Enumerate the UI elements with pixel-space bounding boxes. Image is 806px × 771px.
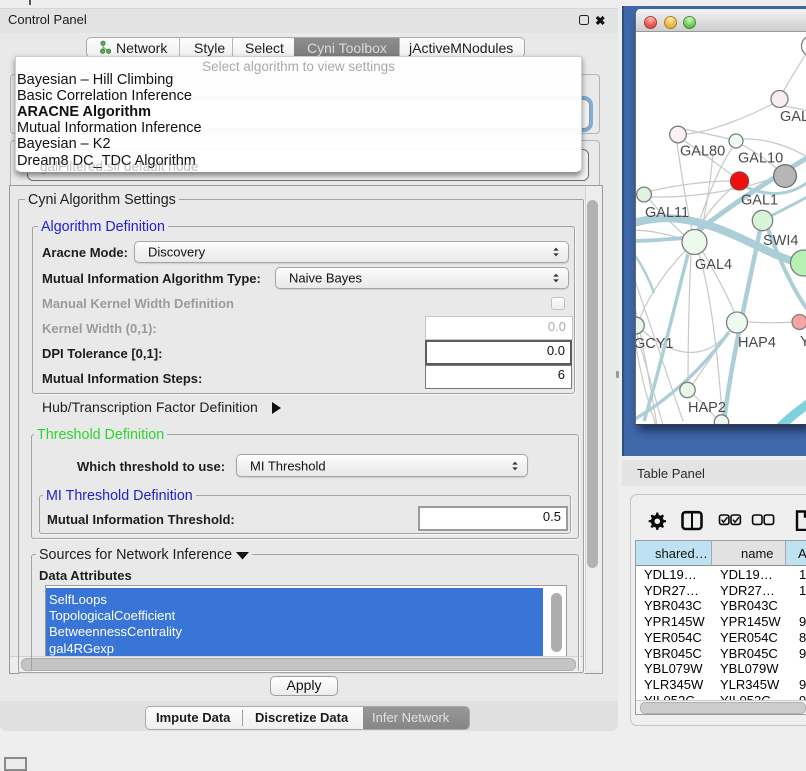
svg-text:GAL10: GAL10 — [738, 151, 783, 167]
svg-text:GAL1: GAL1 — [741, 193, 778, 209]
svg-text:SWI4: SWI4 — [763, 233, 798, 249]
svg-text:GAL: GAL — [780, 109, 806, 125]
svg-text:GAL11: GAL11 — [645, 205, 689, 221]
svg-text:GCY1: GCY1 — [636, 336, 674, 352]
svg-text:GAL4: GAL4 — [695, 257, 732, 273]
svg-text:HAP2: HAP2 — [688, 400, 726, 416]
svg-text:HAP4: HAP4 — [738, 335, 776, 351]
svg-text:Y: Y — [800, 334, 806, 350]
svg-text:GAL80: GAL80 — [680, 144, 725, 160]
